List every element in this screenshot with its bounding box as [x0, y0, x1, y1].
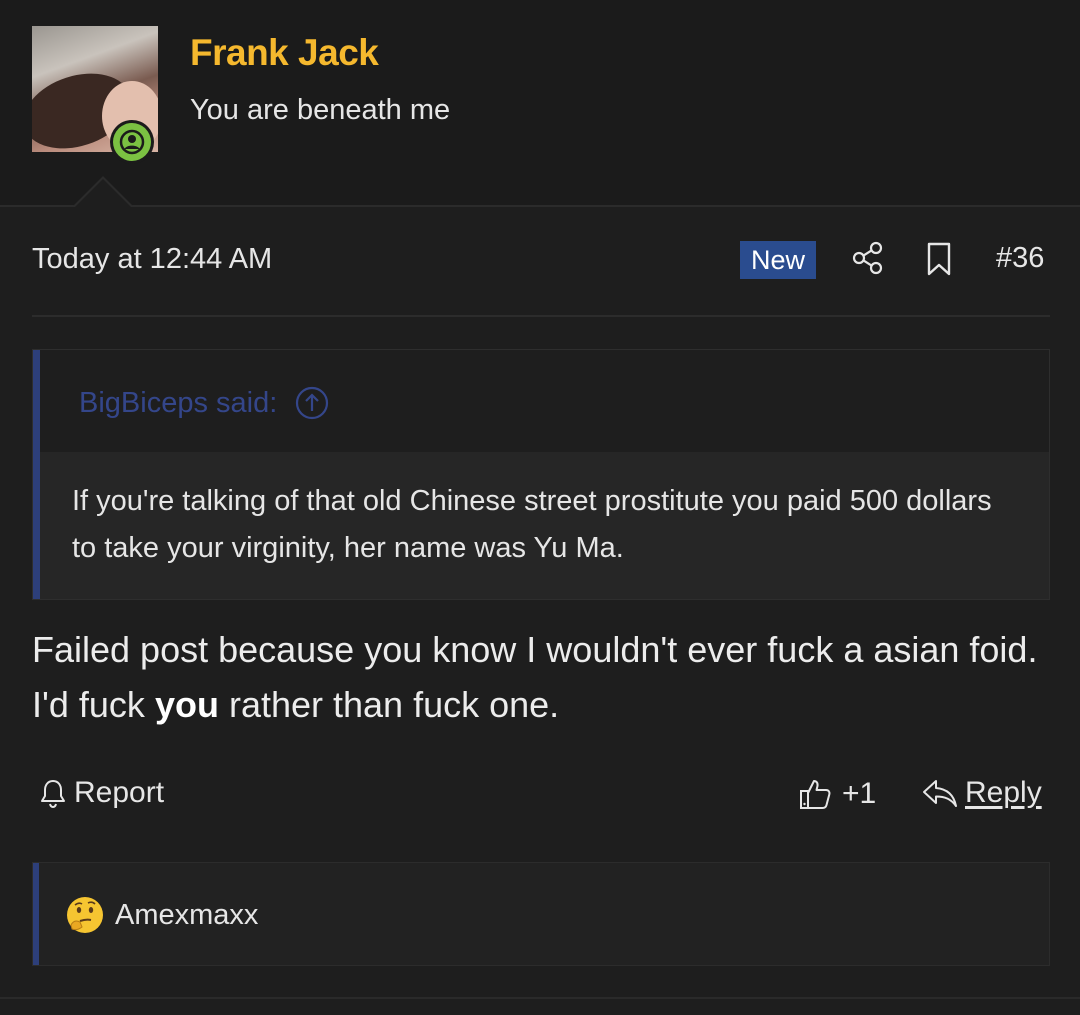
quote-author-link[interactable]: BigBiceps said: [79, 386, 329, 420]
quote-block: BigBiceps said: If you're talking of tha… [32, 349, 1050, 600]
meta-divider [32, 315, 1050, 317]
message-body: Failed post because you know I wouldn't … [32, 622, 1052, 732]
like-count: +1 [842, 777, 877, 810]
reply-label: Reply [965, 776, 1042, 809]
reactions-bar: Amexmaxx [32, 862, 1050, 966]
quote-header: BigBiceps said: [40, 350, 1049, 452]
user-title: You are beneath me [190, 94, 451, 126]
reaction-list[interactable]: Amexmaxx [65, 895, 258, 935]
quote-author-label: BigBiceps said: [79, 386, 278, 419]
report-button[interactable]: Report [38, 776, 164, 810]
like-button[interactable]: +1 [798, 776, 876, 812]
user-online-icon [113, 123, 151, 161]
message-text-bold: you [154, 684, 219, 725]
thumbs-up-icon [800, 780, 831, 809]
username[interactable]: Frank Jack [190, 32, 379, 74]
quote-text: If you're talking of that old Chinese st… [72, 485, 992, 564]
share-icon[interactable] [850, 240, 886, 276]
bookmark-icon[interactable] [924, 240, 954, 278]
post-number-link[interactable]: #36 [996, 242, 1044, 275]
thinking-face-icon [67, 897, 103, 933]
post-timestamp[interactable]: Today at 12:44 AM [32, 243, 272, 276]
new-badge: New [740, 241, 816, 279]
reaction-users[interactable]: Amexmaxx [115, 899, 258, 932]
message-text-part2: rather than fuck one. [218, 684, 560, 725]
bottom-divider [0, 997, 1080, 999]
header-pointer-inner [75, 179, 131, 207]
arrow-up-circle-icon[interactable] [295, 386, 329, 420]
reactions-accent-bar [33, 863, 39, 965]
reply-arrow-icon [923, 780, 957, 807]
online-status-badge [110, 120, 154, 164]
bell-icon [41, 780, 65, 809]
reply-button[interactable]: Reply [921, 776, 1042, 810]
report-label: Report [74, 776, 165, 809]
quote-accent-bar [33, 350, 40, 599]
message-user-header: Frank Jack You are beneath me [0, 0, 1080, 207]
